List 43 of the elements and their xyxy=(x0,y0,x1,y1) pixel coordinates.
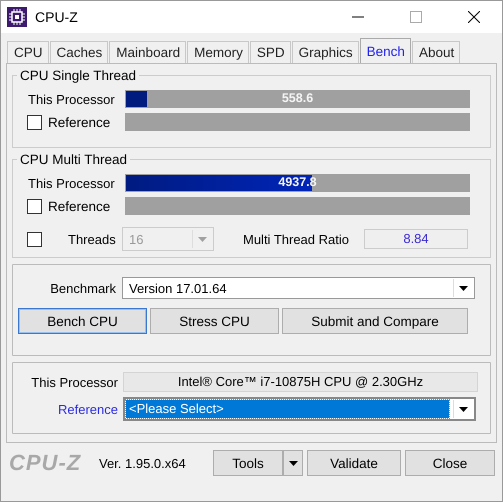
action-button[interactable]: Submit and Compare xyxy=(282,308,468,334)
tab[interactable]: Mainboard xyxy=(109,41,186,63)
validate-button[interactable]: Validate xyxy=(307,450,401,476)
reference-checkbox[interactable] xyxy=(27,198,42,214)
threads-label: Threads xyxy=(68,232,115,246)
ratio-value: 8.84 xyxy=(364,229,468,249)
close-icon[interactable] xyxy=(468,11,480,23)
reference-dropdown[interactable]: <Please Select> xyxy=(123,397,476,421)
tab[interactable]: Caches xyxy=(50,41,108,63)
tab[interactable]: Memory xyxy=(187,41,249,63)
tab[interactable]: CPU xyxy=(7,41,49,63)
action-button[interactable]: Stress CPU xyxy=(150,308,279,334)
close-button[interactable]: Close xyxy=(405,450,495,476)
dropdown-arrow-icon xyxy=(458,406,468,412)
group-title: CPU Single Thread xyxy=(19,68,138,83)
benchmark-dropdown[interactable]: Version 17.01.64 xyxy=(122,277,475,299)
caret-icon xyxy=(288,460,298,466)
action-button[interactable]: Bench CPU xyxy=(18,308,147,334)
tools-button[interactable]: Tools xyxy=(213,450,283,476)
dropdown-arrow-icon xyxy=(458,286,468,290)
tab[interactable]: Graphics xyxy=(292,41,359,63)
dropdown-arrow-icon xyxy=(198,236,206,242)
score-value: 558.6 xyxy=(280,91,314,105)
reference-checkbox[interactable] xyxy=(27,114,42,130)
checkbox-label: Reference xyxy=(48,198,110,214)
threads-checkbox[interactable] xyxy=(27,232,42,246)
tab[interactable]: Bench xyxy=(360,38,411,63)
reference-label: Reference xyxy=(57,402,119,416)
benchmark-label: Benchmark xyxy=(49,280,117,296)
processor-label: This Processor xyxy=(30,374,119,390)
processor-name: Intel® Core™ i7-10875H CPU @ 2.30GHz xyxy=(123,372,478,392)
tab[interactable]: SPD xyxy=(250,41,291,63)
window-title: CPU-Z xyxy=(35,9,78,25)
tools-menu-button[interactable] xyxy=(283,450,303,476)
bar-label: This Processor xyxy=(27,92,116,106)
app-logo: CPU-Z xyxy=(9,450,82,476)
bar-label: This Processor xyxy=(27,176,116,190)
version-text: Ver. 1.95.0.x64 xyxy=(99,456,187,470)
ratio-label: Multi Thread Ratio xyxy=(243,232,350,246)
app-icon xyxy=(7,7,27,27)
group-title: CPU Multi Thread xyxy=(19,152,128,167)
checkbox-label: Reference xyxy=(48,114,110,130)
tab[interactable]: About xyxy=(412,41,460,63)
